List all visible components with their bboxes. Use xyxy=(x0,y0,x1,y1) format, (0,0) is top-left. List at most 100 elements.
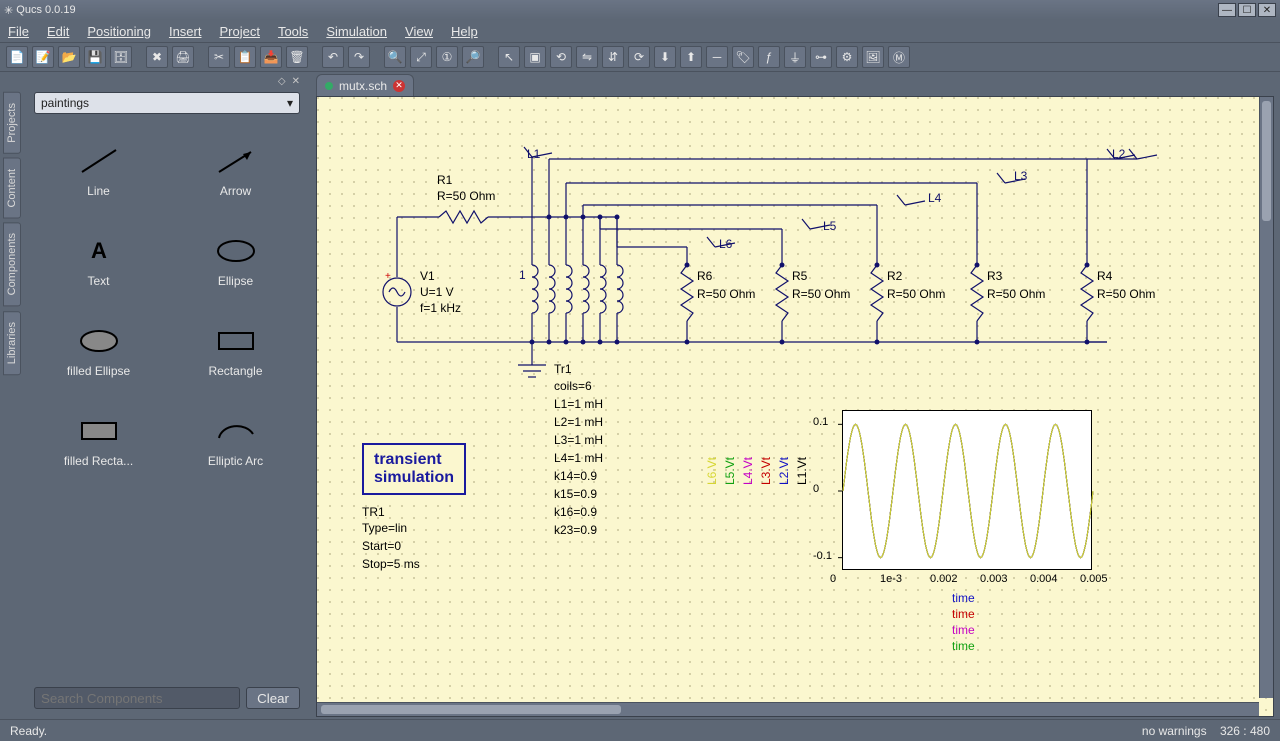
palette-filled-recta-[interactable]: filled Recta... xyxy=(34,396,163,486)
gear-button[interactable]: ⚙ xyxy=(836,46,858,68)
new-text-button[interactable]: 📝 xyxy=(32,46,54,68)
menu-project[interactable]: Project xyxy=(219,24,259,39)
palette-elliptic-arc[interactable]: Elliptic Arc xyxy=(171,396,300,486)
name-label-button[interactable]: 🏷 xyxy=(732,46,754,68)
palette-text[interactable]: A Text xyxy=(34,216,163,306)
timelabel-3: time xyxy=(952,639,975,653)
image-button[interactable]: 🖼 xyxy=(862,46,884,68)
print-button[interactable]: 🖨 xyxy=(172,46,194,68)
zoom-1-button[interactable]: ① xyxy=(436,46,458,68)
palette-label: filled Recta... xyxy=(64,454,133,468)
refresh-button[interactable]: ⟳ xyxy=(628,46,650,68)
probe-L5: L5 xyxy=(823,219,836,233)
palette-ellipse[interactable]: Ellipse xyxy=(171,216,300,306)
palette-label: Text xyxy=(87,274,109,288)
minimize-button[interactable]: — xyxy=(1218,3,1236,17)
probe-L6: L6 xyxy=(719,237,732,251)
menu-file[interactable]: File xyxy=(8,24,29,39)
menu-positioning[interactable]: Positioning xyxy=(87,24,151,39)
horizontal-scrollbar[interactable] xyxy=(317,702,1259,716)
search-input[interactable] xyxy=(34,687,240,709)
tab-mutx[interactable]: mutx.sch ✕ xyxy=(316,74,414,96)
xtick-0: 0 xyxy=(830,573,836,585)
tab-close-icon[interactable]: ✕ xyxy=(393,80,405,92)
load-val-R5: R=50 Ohm xyxy=(792,287,850,301)
plot[interactable] xyxy=(842,410,1092,570)
v1-name: V1 xyxy=(420,269,435,283)
sidetab-content[interactable]: Content xyxy=(3,158,21,219)
sim-title-a: transient xyxy=(374,451,454,469)
palette-line[interactable]: Line xyxy=(34,126,163,216)
upload-button[interactable]: ⬆ xyxy=(680,46,702,68)
pointer-button[interactable]: ↖ xyxy=(498,46,520,68)
delete-button[interactable]: ✖ xyxy=(146,46,168,68)
palette-arrow[interactable]: Arrow xyxy=(171,126,300,216)
save-all-button[interactable]: 🗄 xyxy=(110,46,132,68)
rotate-ccw-button[interactable]: ⟲ xyxy=(550,46,572,68)
wire-button[interactable]: ─ xyxy=(706,46,728,68)
maximize-button[interactable]: ☐ xyxy=(1238,3,1256,17)
palette-rectangle[interactable]: Rectangle xyxy=(171,306,300,396)
download-button[interactable]: ⬇ xyxy=(654,46,676,68)
paste-button[interactable]: 📥 xyxy=(260,46,282,68)
schematic-canvas[interactable]: + R1 R=50 Ohm V1 U=1 V f=1 kHz 1 L1 L2 L… xyxy=(316,96,1274,717)
undo-button[interactable]: ↶ xyxy=(322,46,344,68)
port-1: 1 xyxy=(519,268,526,282)
menu-help[interactable]: Help xyxy=(451,24,478,39)
discard-button[interactable]: 🗑 xyxy=(286,46,308,68)
select-area-button[interactable]: ▣ xyxy=(524,46,546,68)
clear-button[interactable]: Clear xyxy=(246,687,300,709)
save-button[interactable]: 💾 xyxy=(84,46,106,68)
xtick-4: 0.004 xyxy=(1030,573,1058,585)
menu-edit[interactable]: Edit xyxy=(47,24,69,39)
menu-tools[interactable]: Tools xyxy=(278,24,308,39)
vertical-scrollbar[interactable] xyxy=(1259,97,1273,698)
copy-button[interactable]: 📋 xyxy=(234,46,256,68)
load-val-R6: R=50 Ohm xyxy=(697,287,755,301)
palette-label: Rectangle xyxy=(208,364,262,378)
tr1-name: Tr1 xyxy=(554,362,572,376)
probe-L3: L3 xyxy=(1014,169,1027,183)
port-button[interactable]: ⊶ xyxy=(810,46,832,68)
sim-line-2: Stop=5 ms xyxy=(362,557,420,571)
dock-undock-icon[interactable]: ◇ xyxy=(278,76,286,90)
open-button[interactable]: 📂 xyxy=(58,46,80,68)
file-icon xyxy=(325,82,333,90)
palette-label: Elliptic Arc xyxy=(208,454,263,468)
probe-L1: L1 xyxy=(527,147,540,161)
dock-close-icon[interactable]: ✕ xyxy=(292,76,300,90)
mirror-v-button[interactable]: ⇵ xyxy=(602,46,624,68)
zoom-fit-button[interactable]: ⤢ xyxy=(410,46,432,68)
mirror-h-button[interactable]: ⇋ xyxy=(576,46,598,68)
cut-button[interactable]: ✂ xyxy=(208,46,230,68)
palette-filled-ellipse[interactable]: filled Ellipse xyxy=(34,306,163,396)
sim-box[interactable]: transient simulation xyxy=(362,443,466,495)
window-title: Qucs 0.0.19 xyxy=(16,4,75,16)
menu-insert[interactable]: Insert xyxy=(169,24,202,39)
sidetab-libraries[interactable]: Libraries xyxy=(3,311,21,375)
menu-simulation[interactable]: Simulation xyxy=(326,24,387,39)
tr1-line-0: coils=6 xyxy=(554,379,592,393)
close-button[interactable]: ✕ xyxy=(1258,3,1276,17)
r1-value: R=50 Ohm xyxy=(437,189,495,203)
zoom-in-button[interactable]: 🔍 xyxy=(384,46,406,68)
equation-button[interactable]: ƒ xyxy=(758,46,780,68)
legend-L3.Vt: L3.Vt xyxy=(759,457,773,485)
category-combobox[interactable]: paintings ▾ xyxy=(34,92,300,114)
redo-button[interactable]: ↷ xyxy=(348,46,370,68)
toolbar: 📄📝📂💾🗄 ✖🖨 ✂📋📥🗑 ↶↷ 🔍⤢①🔎 ↖▣⟲⇋⇵⟳⬇⬆─🏷ƒ⏚⊶⚙🖼Ⓜ xyxy=(0,42,1280,72)
marker-button[interactable]: Ⓜ xyxy=(888,46,910,68)
svg-text:A: A xyxy=(91,238,107,263)
zoom-out-button[interactable]: 🔎 xyxy=(462,46,484,68)
new-button[interactable]: 📄 xyxy=(6,46,28,68)
sidetab-components[interactable]: Components xyxy=(3,222,21,306)
timelabel-0: time xyxy=(952,591,975,605)
menu-view[interactable]: View xyxy=(405,24,433,39)
load-val-R4: R=50 Ohm xyxy=(1097,287,1155,301)
ground-button[interactable]: ⏚ xyxy=(784,46,806,68)
load-name-R6: R6 xyxy=(697,269,712,283)
sidetab-projects[interactable]: Projects xyxy=(3,92,21,154)
tr1-line-8: k23=0.9 xyxy=(554,523,597,537)
palette-label: Line xyxy=(87,184,110,198)
tr1-line-4: L4=1 mH xyxy=(554,451,603,465)
